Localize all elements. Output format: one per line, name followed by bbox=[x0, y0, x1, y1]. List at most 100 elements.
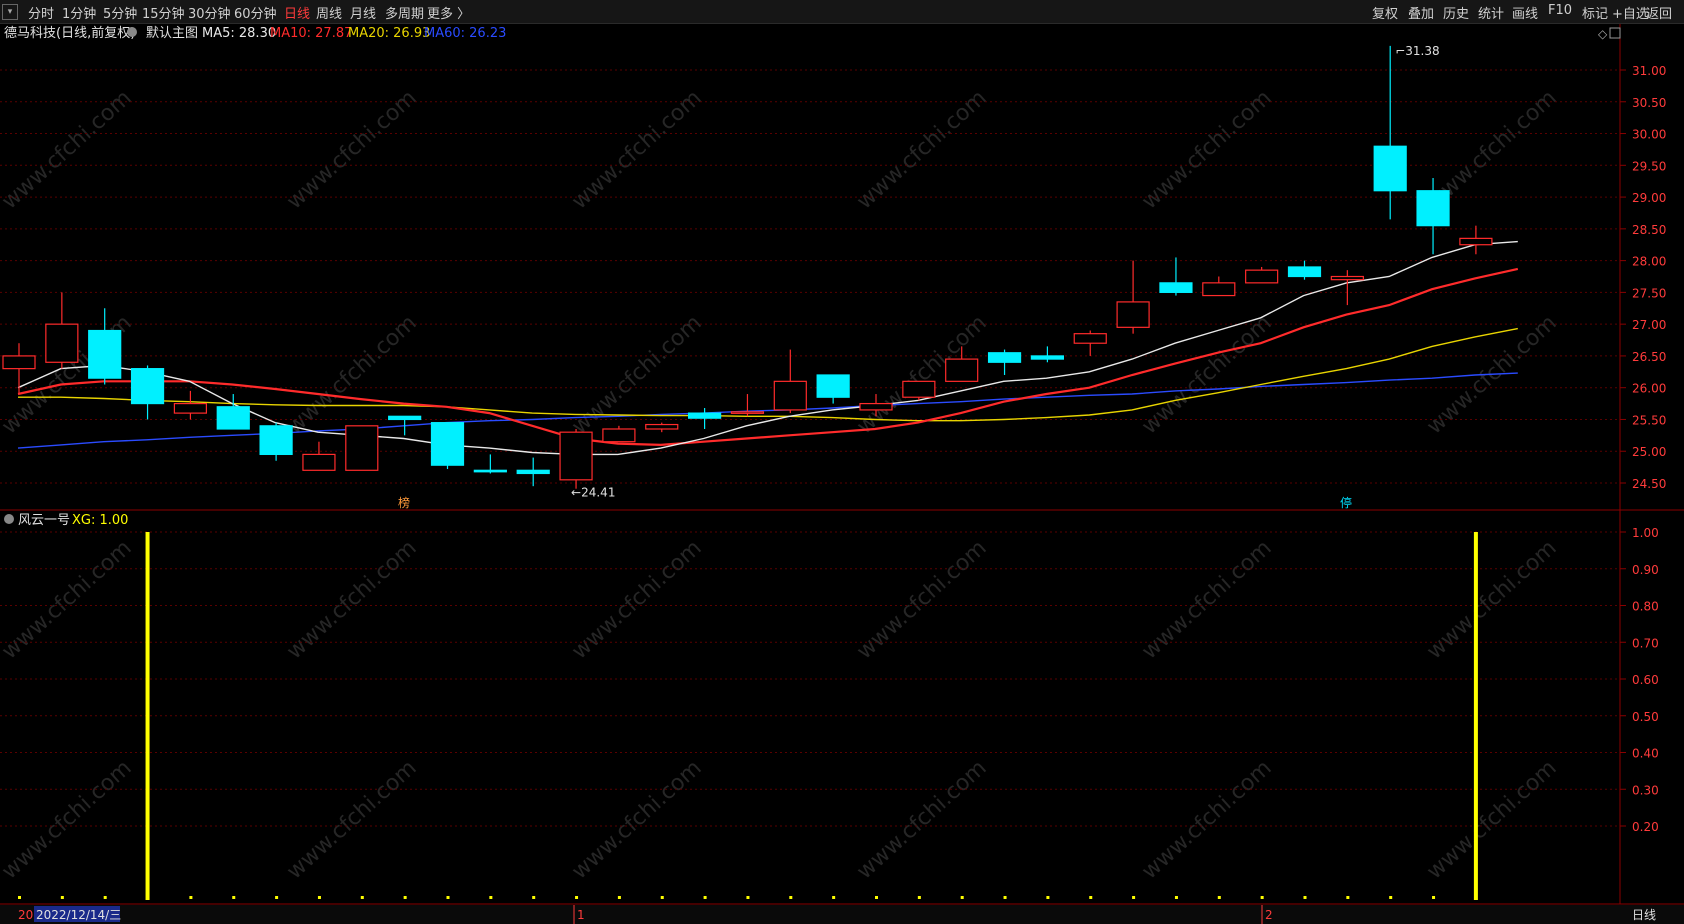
watermark-text: www.cfchi.com bbox=[282, 756, 421, 885]
candle-down bbox=[1416, 190, 1450, 227]
xg-zero-dot bbox=[189, 896, 193, 899]
period-label[interactable]: 日线 bbox=[1632, 908, 1656, 922]
xg-zero-dot bbox=[446, 896, 450, 899]
sub-axis-label: 0.60 bbox=[1632, 673, 1659, 687]
watermark-text: www.cfchi.com bbox=[1422, 756, 1561, 885]
candle-up bbox=[859, 402, 893, 411]
xg-zero-dot bbox=[617, 896, 621, 899]
rank-marker[interactable]: 榜 bbox=[398, 495, 410, 510]
xg-zero-dot bbox=[1432, 896, 1436, 899]
xg-zero-dot bbox=[403, 896, 407, 899]
price-axis-label: 31.00 bbox=[1632, 64, 1666, 78]
sub-axis-label: 0.80 bbox=[1632, 600, 1659, 614]
sub-axis-label: 0.70 bbox=[1632, 636, 1659, 650]
watermark-text: www.cfchi.com bbox=[1422, 536, 1561, 665]
watermark-text: www.cfchi.com bbox=[567, 536, 706, 665]
watermark-text: www.cfchi.com bbox=[0, 536, 137, 665]
xg-zero-dot bbox=[60, 896, 64, 899]
xg-zero-dot bbox=[275, 896, 279, 899]
xg-zero-dot bbox=[360, 896, 364, 899]
xg-zero-dot bbox=[660, 896, 664, 899]
xg-zero-dot bbox=[960, 896, 964, 899]
ma10-label: MA10: 27.87 bbox=[270, 26, 352, 41]
watermark-text: www.cfchi.com bbox=[1137, 311, 1276, 440]
xg-zero-dot bbox=[103, 896, 107, 899]
xg-zero-dot bbox=[532, 896, 536, 899]
xg-zero-dot bbox=[1132, 896, 1136, 899]
xg-zero-dot bbox=[1303, 896, 1307, 899]
xg-zero-dot bbox=[1346, 896, 1350, 899]
xg-zero-dot bbox=[317, 896, 321, 899]
candle-up bbox=[45, 323, 79, 363]
candle-up bbox=[1073, 333, 1107, 344]
xg-zero-dot bbox=[917, 896, 921, 899]
sub-indicator-name[interactable]: 风云一号 bbox=[18, 513, 70, 528]
high-price-label: ⌐31.38 bbox=[1395, 44, 1439, 58]
candle-down bbox=[259, 425, 293, 456]
xg-zero-dot bbox=[703, 896, 707, 899]
xg-zero-dot bbox=[1174, 896, 1178, 899]
watermark-text: www.cfchi.com bbox=[567, 756, 706, 885]
watermark-text: www.cfchi.com bbox=[282, 311, 421, 440]
price-axis-label: 29.00 bbox=[1632, 191, 1666, 205]
date-label: 2022/12/14/三 bbox=[36, 908, 121, 922]
sub-axis-label: 0.50 bbox=[1632, 710, 1659, 724]
candle-up bbox=[2, 355, 36, 370]
watermark-text: www.cfchi.com bbox=[567, 311, 706, 440]
watermark-text: www.cfchi.com bbox=[0, 756, 137, 885]
candle-down bbox=[1159, 282, 1193, 293]
watermark-text: www.cfchi.com bbox=[1422, 311, 1561, 440]
watermark-text: www.cfchi.com bbox=[1137, 536, 1276, 665]
candle-down bbox=[216, 406, 250, 430]
xg-zero-dot bbox=[489, 896, 493, 899]
sub-axis-label: 1.00 bbox=[1632, 526, 1659, 540]
diamond-icon[interactable]: ◇ bbox=[1598, 27, 1608, 41]
candle-up bbox=[730, 411, 765, 414]
xg-zero-dot bbox=[1389, 896, 1393, 899]
xg-zero-dot bbox=[575, 896, 579, 899]
candle-down bbox=[430, 422, 465, 466]
price-axis-label: 24.50 bbox=[1632, 477, 1666, 491]
candle-down bbox=[1030, 355, 1065, 360]
sub-axis-label: 0.20 bbox=[1632, 820, 1659, 834]
watermark-text: www.cfchi.com bbox=[1137, 756, 1276, 885]
candle-up bbox=[1459, 237, 1493, 246]
candle-down bbox=[1373, 145, 1407, 192]
xg-zero-dot bbox=[832, 896, 836, 899]
ma20-label: MA20: 26.93 bbox=[348, 26, 430, 41]
price-axis-label: 27.00 bbox=[1632, 318, 1666, 332]
candle-down bbox=[88, 329, 122, 379]
candle-down bbox=[816, 374, 850, 398]
sub-indicator-settings-icon[interactable] bbox=[4, 514, 14, 524]
candle-up bbox=[1116, 301, 1150, 328]
xg-zero-dot bbox=[1089, 896, 1093, 899]
candle-down bbox=[987, 352, 1022, 363]
price-axis-label: 26.00 bbox=[1632, 382, 1666, 396]
main-indicator-name[interactable]: 默认主图 bbox=[146, 25, 198, 41]
watermark-text: www.cfchi.com bbox=[852, 756, 991, 885]
candle-down bbox=[473, 469, 507, 473]
sub-axis-label: 0.90 bbox=[1632, 563, 1659, 577]
candle-up bbox=[1202, 282, 1236, 297]
price-axis-label: 26.50 bbox=[1632, 350, 1666, 364]
stock-title: 德马科技(日线,前复权) bbox=[4, 25, 135, 41]
price-axis-label: 29.50 bbox=[1632, 159, 1666, 173]
sub-axis-label: 0.30 bbox=[1632, 783, 1659, 797]
panel-toggle-icon[interactable] bbox=[1609, 27, 1621, 39]
watermark-text: www.cfchi.com bbox=[282, 86, 421, 215]
price-axis-label: 25.00 bbox=[1632, 445, 1666, 459]
indicator-settings-icon[interactable] bbox=[127, 27, 137, 37]
candle-down bbox=[388, 415, 422, 421]
month-marker-2: 2 bbox=[1265, 908, 1273, 922]
halt-marker[interactable]: 停 bbox=[1340, 495, 1352, 510]
xg-label: XG: 1.00 bbox=[72, 513, 128, 528]
xg-signal-bar bbox=[145, 532, 150, 900]
xg-zero-dot bbox=[1217, 896, 1221, 899]
xg-zero-dot bbox=[1260, 896, 1264, 899]
price-axis-label: 27.50 bbox=[1632, 286, 1666, 300]
watermark-text: www.cfchi.com bbox=[852, 536, 991, 665]
watermark-text: www.cfchi.com bbox=[282, 536, 421, 665]
price-axis-label: 30.50 bbox=[1632, 96, 1666, 110]
xg-zero-dot bbox=[875, 896, 878, 899]
ma5-label: MA5: 28.30 bbox=[202, 26, 276, 41]
